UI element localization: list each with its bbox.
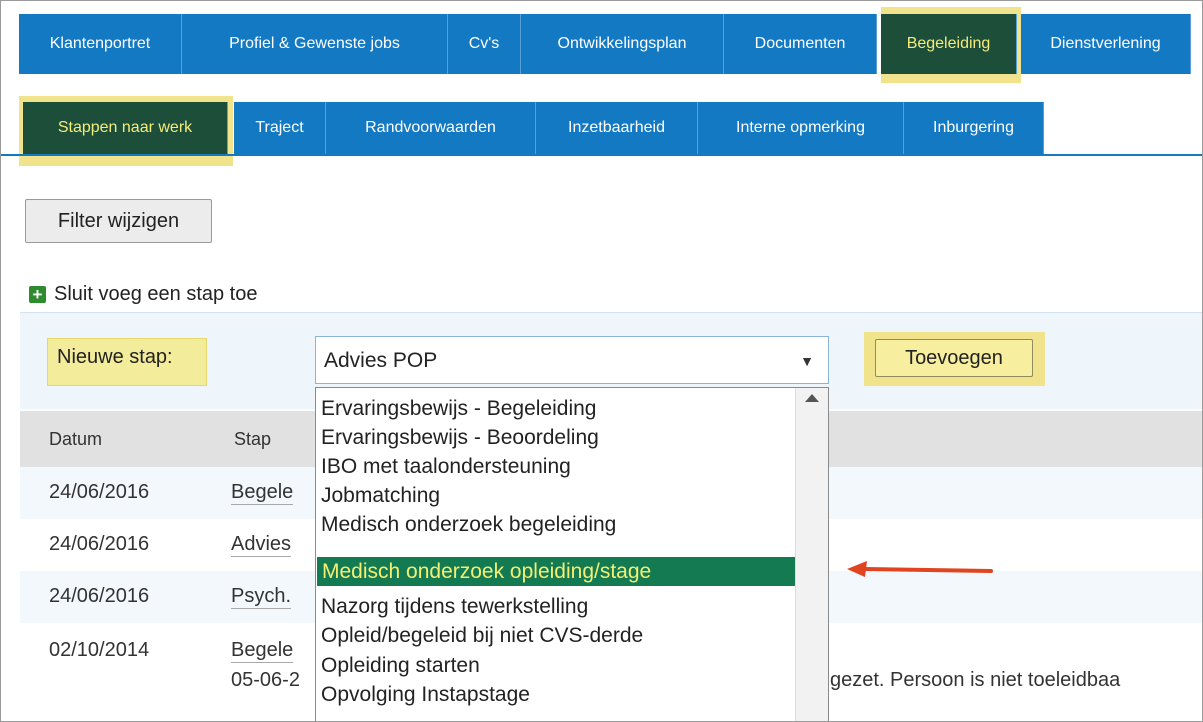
select-value: Advies POP [324, 349, 438, 372]
tab-label: Interne opmerking [736, 119, 865, 136]
new-step-label: Nieuwe stap: [57, 346, 173, 368]
dropdown-option[interactable]: Jobmatching [316, 481, 796, 510]
dropdown-option[interactable]: Opleiding starten [316, 651, 796, 680]
row-step-link[interactable]: Begele [231, 639, 294, 663]
subtab-interne-opmerking[interactable]: Interne opmerking [698, 102, 904, 154]
tab-label: Klantenportret [49, 35, 151, 52]
tab-label: Randvoorwaarden [365, 119, 496, 136]
tab-label: Inzetbaarheid [568, 119, 665, 136]
filter-wijzigen-button[interactable]: Filter wijzigen [25, 199, 212, 243]
tab-label: Ontwikkelingsplan [557, 35, 687, 52]
column-header-datum: Datum [49, 429, 103, 449]
row-substep: 05-06-2 [231, 669, 300, 691]
new-step-select[interactable]: Advies POP ▼ [315, 336, 829, 384]
dropdown-option[interactable]: Ervaringsbewijs - Begeleiding [316, 394, 796, 423]
tab-label: Dienstverlening [1050, 35, 1161, 52]
dropdown-option-selected[interactable]: Medisch onderzoek opleiding/stage [317, 557, 797, 586]
app-frame: Klantenportret Profiel & Gewenste jobs C… [0, 0, 1203, 722]
plus-icon: + [29, 285, 46, 303]
chevron-down-icon: ▼ [800, 353, 814, 369]
arrow-left-icon [847, 561, 993, 577]
dropdown-option[interactable]: Nazorg tijdens tewerkstelling [316, 592, 796, 621]
subtab-inburgering[interactable]: Inburgering [904, 102, 1044, 154]
tab-cvs[interactable]: Cv's [448, 14, 521, 74]
row-date: 24/06/2016 [49, 481, 150, 503]
column-header-stap: Stap [234, 429, 272, 449]
tab-begeleiding[interactable]: Begeleiding [881, 14, 1017, 74]
new-step-dropdown-list[interactable]: Ervaringsbewijs - Begeleiding Ervaringsb… [315, 387, 829, 721]
subtab-stappen-naar-werk[interactable]: Stappen naar werk [23, 102, 228, 154]
subtab-inzetbaarheid[interactable]: Inzetbaarheid [536, 102, 698, 154]
tab-label: Cv's [468, 35, 500, 52]
add-step-label: Sluit voeg een stap toe [54, 282, 258, 305]
tab-label: Traject [255, 119, 304, 136]
dropdown-option[interactable]: IBO met taalondersteuning [316, 452, 796, 481]
row-note: gezet. Persoon is niet toeleidbaa [830, 669, 1121, 691]
row-date: 24/06/2016 [49, 585, 150, 607]
tab-label: Documenten [754, 35, 846, 52]
subtab-randvoorwaarden[interactable]: Randvoorwaarden [326, 102, 536, 154]
tab-label: Inburgering [933, 119, 1014, 136]
tab-documenten[interactable]: Documenten [724, 14, 877, 74]
tab-label: Profiel & Gewenste jobs [229, 35, 400, 52]
row-step-link[interactable]: Psych. [231, 585, 292, 609]
tab-klantenportret[interactable]: Klantenportret [19, 14, 182, 74]
row-date: 24/06/2016 [49, 533, 150, 555]
tab-profiel-gewenste-jobs[interactable]: Profiel & Gewenste jobs [182, 14, 448, 74]
dropdown-option[interactable]: Medisch onderzoek begeleiding [316, 510, 796, 539]
row-step-link[interactable]: Advies [231, 533, 292, 557]
tab-dienstverlening[interactable]: Dienstverlening [1021, 14, 1191, 74]
add-step-toggle[interactable]: + Sluit voeg een stap toe [29, 279, 257, 309]
tab-label: Stappen naar werk [57, 119, 193, 136]
dropdown-option[interactable]: Opvolging Instapstage [316, 680, 796, 709]
subtab-underline [1, 154, 1202, 156]
scroll-up-icon[interactable] [805, 394, 819, 402]
row-step-link[interactable]: Begele [231, 481, 294, 505]
tab-label: Begeleiding [906, 35, 991, 52]
dropdown-option[interactable]: Opleid/begeleid bij niet CVS-derde [316, 621, 796, 650]
dropdown-option[interactable]: Ervaringsbewijs - Beoordeling [316, 423, 796, 452]
subtab-traject[interactable]: Traject [234, 102, 326, 154]
dropdown-scrollbar[interactable] [795, 388, 828, 721]
row-date: 02/10/2014 [49, 639, 150, 661]
toevoegen-button[interactable]: Toevoegen [875, 339, 1033, 377]
tab-ontwikkelingsplan[interactable]: Ontwikkelingsplan [521, 14, 724, 74]
